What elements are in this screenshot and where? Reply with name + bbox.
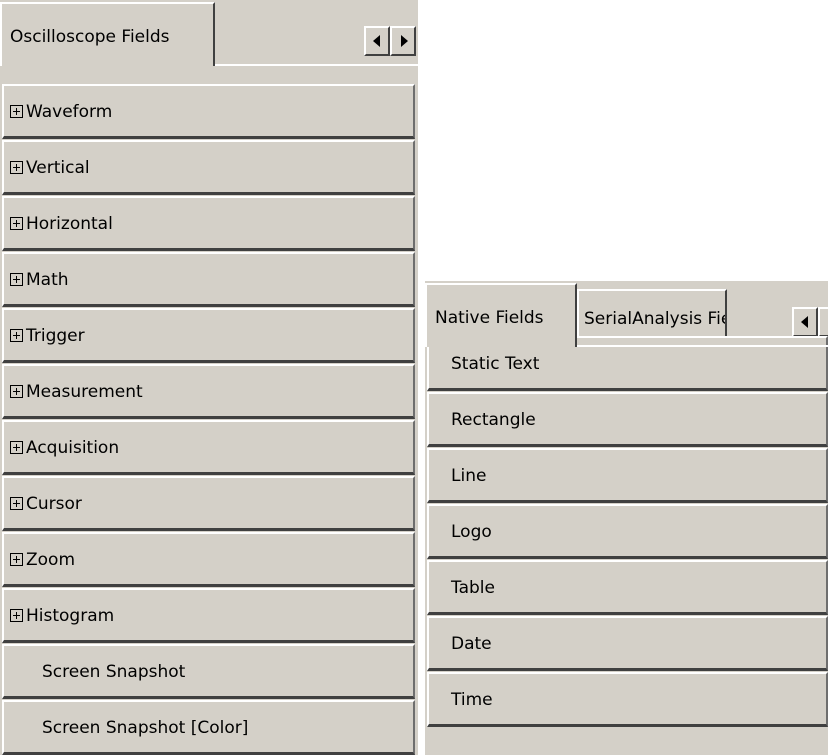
list-item-label: Time bbox=[451, 690, 493, 710]
list-item-waveform[interactable]: Waveform bbox=[2, 84, 415, 139]
list-item-label: Screen Snapshot [Color] bbox=[42, 718, 249, 738]
tab-scroll-left-button[interactable] bbox=[792, 307, 818, 337]
expand-plus-icon[interactable] bbox=[10, 105, 23, 118]
oscilloscope-fields-panel: Oscilloscope Fields Waveform Vertical Ho… bbox=[0, 0, 418, 755]
list-item-label: Line bbox=[451, 466, 487, 486]
list-item-label: Cursor bbox=[26, 494, 82, 514]
list-item-zoom[interactable]: Zoom bbox=[2, 532, 415, 587]
list-item-horizontal[interactable]: Horizontal bbox=[2, 196, 415, 251]
list-item-label: Math bbox=[26, 270, 69, 290]
expand-plus-icon[interactable] bbox=[10, 161, 23, 174]
list-item-acquisition[interactable]: Acquisition bbox=[2, 420, 415, 475]
list-item-vertical[interactable]: Vertical bbox=[2, 140, 415, 195]
list-item-label: Vertical bbox=[26, 158, 90, 178]
list-item-date[interactable]: Date bbox=[427, 616, 828, 671]
list-item-label: Static Text bbox=[451, 354, 540, 374]
list-item-screen-snapshot[interactable]: Screen Snapshot bbox=[2, 644, 415, 699]
tab-oscilloscope-fields[interactable]: Oscilloscope Fields bbox=[0, 2, 215, 66]
list-item-time[interactable]: Time bbox=[427, 672, 828, 727]
list-item-label: Table bbox=[451, 578, 495, 598]
expand-plus-icon[interactable] bbox=[10, 609, 23, 622]
list-item-histogram[interactable]: Histogram bbox=[2, 588, 415, 643]
list-item-label: Logo bbox=[451, 522, 492, 542]
expand-plus-icon[interactable] bbox=[10, 497, 23, 510]
list-item-label: Histogram bbox=[26, 606, 115, 626]
list-item-label: Horizontal bbox=[26, 214, 113, 234]
tab-native-fields[interactable]: Native Fields bbox=[425, 283, 577, 347]
list-item-math[interactable]: Math bbox=[2, 252, 415, 307]
list-item-label: Acquisition bbox=[26, 438, 120, 458]
list-item-measurement[interactable]: Measurement bbox=[2, 364, 415, 419]
expand-plus-icon[interactable] bbox=[10, 329, 23, 342]
tab-baseline bbox=[577, 345, 828, 347]
list-item-trigger[interactable]: Trigger bbox=[2, 308, 415, 363]
tab-label: SerialAnalysis Fields bbox=[584, 309, 725, 329]
triangle-left-icon bbox=[373, 35, 380, 47]
list-item-rectangle[interactable]: Rectangle bbox=[427, 392, 828, 447]
expand-plus-icon[interactable] bbox=[10, 273, 23, 286]
tab-scroll-left-button[interactable] bbox=[364, 26, 390, 56]
list-item-cursor[interactable]: Cursor bbox=[2, 476, 415, 531]
list-item-table[interactable]: Table bbox=[427, 560, 828, 615]
list-item-label: Waveform bbox=[26, 102, 113, 122]
tab-baseline bbox=[215, 64, 418, 66]
tab-scroll-right-button[interactable] bbox=[818, 307, 828, 337]
list-item-logo[interactable]: Logo bbox=[427, 504, 828, 559]
list-item-line[interactable]: Line bbox=[427, 448, 828, 503]
expand-plus-icon[interactable] bbox=[10, 441, 23, 454]
tab-label: Oscilloscope Fields bbox=[10, 27, 170, 47]
list-item-label: Trigger bbox=[26, 326, 85, 346]
tab-strip: Oscilloscope Fields bbox=[0, 0, 418, 66]
triangle-left-icon bbox=[801, 316, 808, 328]
list-item-label: Zoom bbox=[26, 550, 76, 570]
native-fields-panel: Native Fields SerialAnalysis Fields Stat… bbox=[425, 281, 828, 755]
list-item-label: Screen Snapshot bbox=[42, 662, 186, 682]
tab-scroll-right-button[interactable] bbox=[390, 26, 416, 56]
expand-plus-icon[interactable] bbox=[10, 217, 23, 230]
expand-plus-icon[interactable] bbox=[10, 385, 23, 398]
list-item-label: Rectangle bbox=[451, 410, 536, 430]
tab-label: Native Fields bbox=[435, 308, 544, 328]
triangle-right-icon bbox=[401, 35, 408, 47]
expand-plus-icon[interactable] bbox=[10, 553, 23, 566]
list-item-label: Date bbox=[451, 634, 492, 654]
list-item-label: Measurement bbox=[26, 382, 143, 402]
list-item-screen-snapshot-color[interactable]: Screen Snapshot [Color] bbox=[2, 700, 415, 755]
